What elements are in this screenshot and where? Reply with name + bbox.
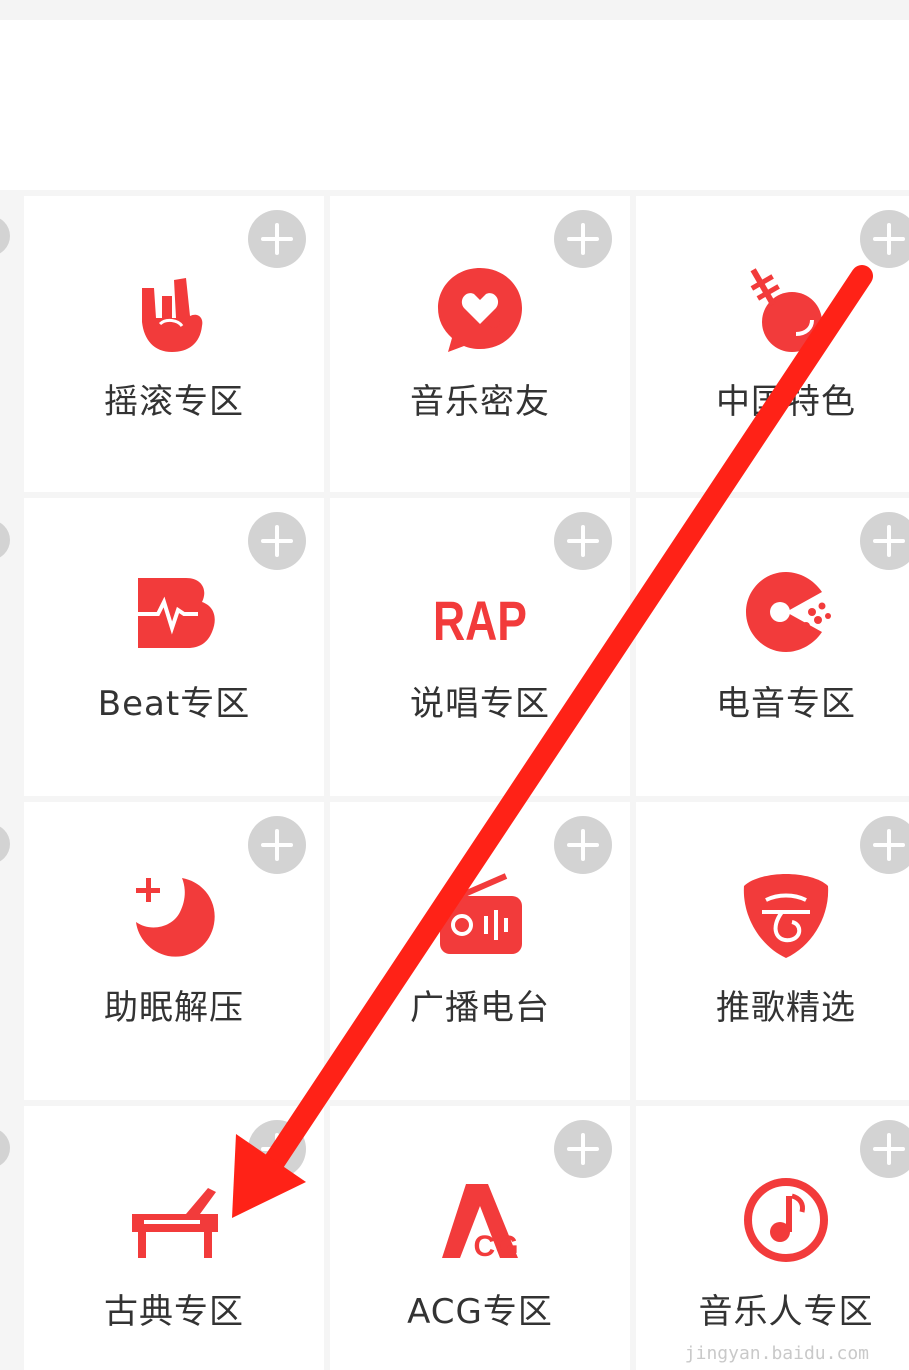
electronic-disc-icon	[736, 562, 836, 662]
recommend-shield-icon	[736, 866, 836, 966]
add-button[interactable]	[554, 816, 612, 874]
tile-musician[interactable]: 音乐人专区	[636, 1106, 909, 1370]
tile-electronic[interactable]: 电音专区	[636, 498, 909, 796]
music-note-circle-icon	[736, 1170, 836, 1270]
add-button[interactable]	[248, 1120, 306, 1178]
add-button[interactable]	[554, 1120, 612, 1178]
tile-rock[interactable]: 摇滚专区	[24, 196, 324, 492]
tile-label: 音乐密友	[410, 382, 550, 422]
tile-sleep[interactable]: 助眠解压	[24, 802, 324, 1100]
tile-recommend[interactable]: 推歌精选	[636, 802, 909, 1100]
tile-label: 助眠解压	[104, 988, 244, 1028]
tile-label: 摇滚专区	[104, 382, 244, 422]
tile-label: 广播电台	[410, 988, 550, 1028]
radio-icon	[430, 866, 530, 966]
add-button[interactable]	[554, 512, 612, 570]
add-button[interactable]	[860, 816, 909, 874]
tile-rap[interactable]: RAP 说唱专区	[330, 498, 630, 796]
tile-label: ACG专区	[407, 1292, 553, 1332]
tile-classical[interactable]: 古典专区	[24, 1106, 324, 1370]
rock-hand-icon	[124, 260, 224, 360]
moon-sleep-icon	[124, 866, 224, 966]
rap-text: RAP	[433, 589, 527, 652]
top-status-strip	[0, 0, 909, 20]
tile-radio[interactable]: 广播电台	[330, 802, 630, 1100]
tile-music-friend[interactable]: 音乐密友	[330, 196, 630, 492]
add-button[interactable]	[248, 210, 306, 268]
tile-label: 说唱专区	[410, 684, 550, 724]
tile-chinese[interactable]: 中国特色	[636, 196, 909, 492]
tile-label: Beat专区	[97, 684, 251, 724]
add-button[interactable]	[554, 210, 612, 268]
piano-icon	[124, 1170, 224, 1270]
add-button[interactable]	[248, 816, 306, 874]
tile-label: 推歌精选	[716, 988, 856, 1028]
acg-logo-icon: CG	[430, 1170, 530, 1270]
add-button[interactable]	[860, 512, 909, 570]
tile-beat[interactable]: Beat专区	[24, 498, 324, 796]
watermark: jingyan.baidu.com	[684, 1343, 869, 1364]
tile-acg[interactable]: CG ACG专区	[330, 1106, 630, 1370]
add-button[interactable]	[248, 512, 306, 570]
acg-cg-text: CG	[474, 1230, 519, 1263]
tile-label: 电音专区	[716, 684, 856, 724]
tile-label: 音乐人专区	[698, 1292, 874, 1332]
tile-label: 古典专区	[104, 1292, 244, 1332]
beat-pulse-icon	[124, 562, 224, 662]
tile-label: 中国特色	[716, 382, 856, 422]
rap-text-icon: RAP	[430, 562, 530, 662]
add-button[interactable]	[860, 210, 909, 268]
pipa-instrument-icon	[736, 260, 836, 360]
heart-chat-icon	[430, 260, 530, 360]
add-button[interactable]	[860, 1120, 909, 1178]
